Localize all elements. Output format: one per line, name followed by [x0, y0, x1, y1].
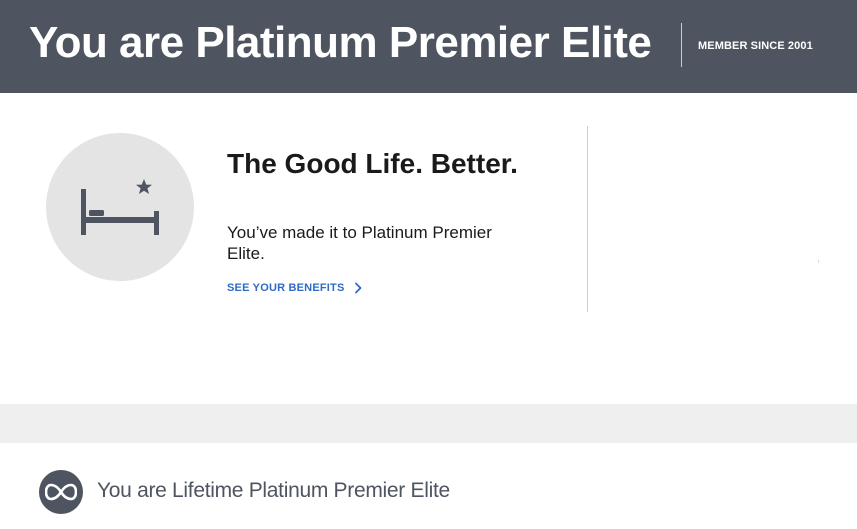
- member-since-label: MEMBER SINCE 2001: [698, 40, 813, 52]
- divider-speck: [818, 260, 819, 263]
- bed-star-icon: [46, 133, 194, 281]
- lifetime-status-row: You are Lifetime Platinum Premier Elite: [0, 443, 857, 529]
- infinity-icon: [39, 470, 83, 514]
- status-title: You are Platinum Premier Elite: [29, 18, 652, 67]
- status-banner: You are Platinum Premier Elite MEMBER SI…: [0, 0, 857, 93]
- see-benefits-link[interactable]: SEE YOUR BENEFITS: [227, 282, 363, 294]
- see-benefits-label: SEE YOUR BENEFITS: [227, 282, 345, 294]
- promo-subtext: You’ve made it to Platinum Premier Elite…: [227, 223, 492, 263]
- lifetime-status-text: You are Lifetime Platinum Premier Elite: [97, 479, 450, 502]
- section-separator: [0, 404, 857, 443]
- chevron-right-icon: [354, 282, 361, 294]
- promo-headline: The Good Life. Better.: [227, 148, 518, 179]
- card-divider: [587, 126, 588, 312]
- benefits-card: The Good Life. Better. You’ve made it to…: [0, 93, 857, 404]
- banner-divider: [681, 23, 682, 67]
